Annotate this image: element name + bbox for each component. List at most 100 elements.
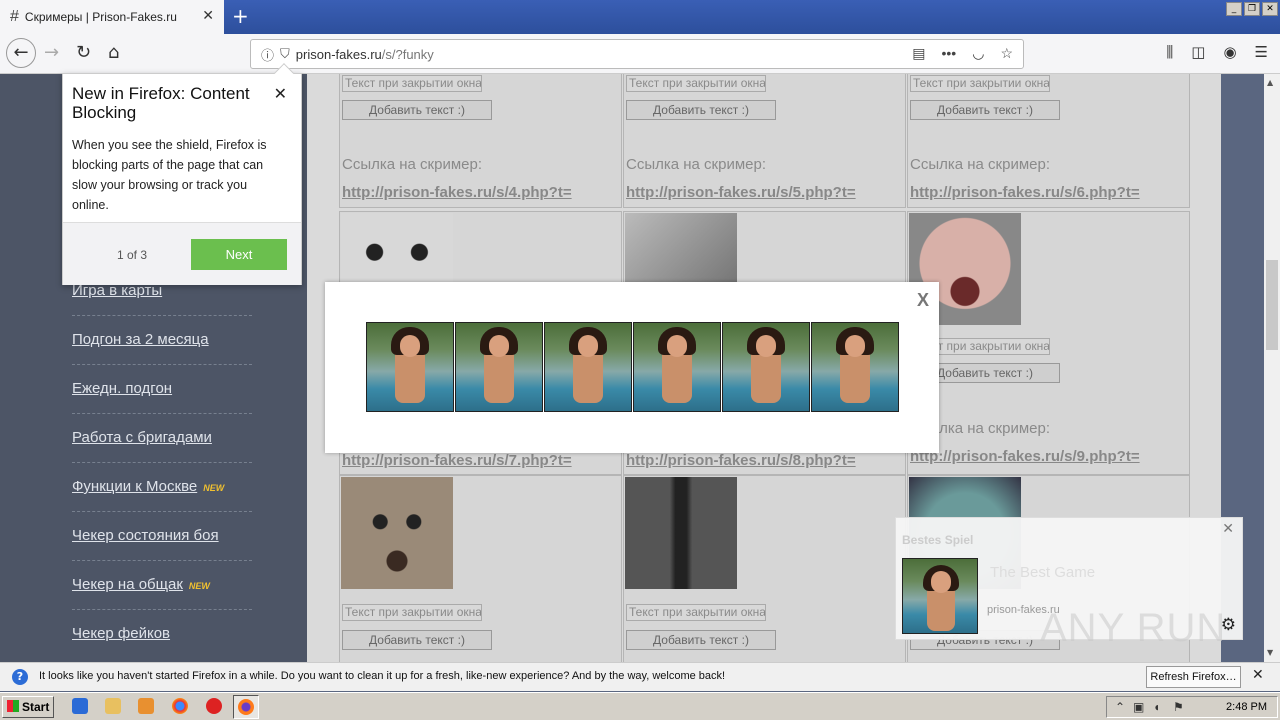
notification-bar-close-icon[interactable]: ✕ [1252,667,1264,683]
sidebar-divider [72,315,252,316]
screamer-link-label: Ссылка на скример: [626,156,767,173]
notification-body: The Best Game [990,564,1096,581]
sidebar-divider [72,462,252,463]
refresh-firefox-button[interactable]: Refresh Firefox… [1146,666,1241,688]
popup-step-counter: 1 of 3 [117,248,148,262]
clock: 2:48 PM [1226,701,1267,713]
tab-active[interactable]: # Скримеры | Prison-Fakes.ru ✕ [0,0,224,34]
sidebar-item-obshchak-checker[interactable]: Чекер на общак NEW [72,576,210,593]
new-tab-icon[interactable]: + [232,4,249,28]
volume-icon[interactable]: ◖ [1153,700,1160,714]
shield-icon[interactable]: ⛉ [280,46,290,62]
page-scrollbar[interactable]: ▲ ▼ [1264,74,1280,662]
screamer-link[interactable]: http://prison-fakes.ru/s/7.php?t= [342,452,572,469]
library-icon[interactable]: ⫼ [1166,43,1173,61]
sidebar-item-moscow[interactable]: Функции к Москве NEW [72,478,224,495]
screamer-link[interactable]: http://prison-fakes.ru/s/5.php?t= [626,184,856,201]
close-text-input[interactable]: Текст при закрытии окна [626,75,766,92]
hashtag-favicon-icon: # [10,8,19,25]
sidebar-divider [72,560,252,561]
add-text-button[interactable]: Добавить текст :) [910,100,1060,120]
modal-image-row [366,322,899,412]
url-bar[interactable]: ⓘ ⛉ prison-fakes.ru /s/?funky ▤ ••• ◡ ☆ [250,39,1024,69]
new-badge: NEW [203,483,225,493]
sidebar-item-brigades[interactable]: Работа с бригадами [72,429,212,446]
modal-image[interactable] [366,322,454,412]
sidebar-icon[interactable]: ◫ [1191,43,1205,61]
start-button[interactable]: Start [2,696,54,718]
sidebar-item-daily[interactable]: Ежедн. подгон [72,380,172,397]
grid-cell: Текст при закрытии окна Добавить текст :… [907,211,1190,475]
info-icon[interactable]: ⓘ [261,45,274,64]
scrollbar-thumb[interactable] [1266,260,1278,350]
minimize-icon[interactable]: _ [1226,2,1242,16]
screamer-link[interactable]: http://prison-fakes.ru/s/8.php?t= [626,452,856,469]
notification-bar: ? It looks like you haven't started Fire… [0,662,1280,691]
close-text-input[interactable]: Текст при закрытии окна [626,604,766,621]
pocket-icon[interactable]: ◡ [972,45,984,62]
sidebar-item-fake-checker[interactable]: Чекер фейков [72,625,170,642]
scroll-down-icon[interactable]: ▼ [1267,648,1273,657]
chrome-icon[interactable] [172,698,188,714]
tray-expand-icon[interactable]: ⌃ [1115,700,1125,714]
notification-bar-message: It looks like you haven't started Firefo… [39,670,726,682]
network-icon[interactable]: ▣ [1133,700,1144,714]
screamer-thumbnail[interactable] [625,477,737,589]
close-tab-icon[interactable]: ✕ [202,7,214,24]
screamer-link-label: Ссылка на скример: [342,156,483,173]
bookmark-star-icon[interactable]: ☆ [1000,45,1013,62]
restore-icon[interactable]: ❐ [1244,2,1260,16]
tab-bar: # Скримеры | Prison-Fakes.ru ✕ + _ ❐ ✕ [0,0,1280,34]
modal-image[interactable] [544,322,632,412]
windows-logo-icon [7,700,19,712]
modal-image[interactable] [811,322,899,412]
popup-next-button[interactable]: Next [191,239,287,270]
close-window-icon[interactable]: ✕ [1262,2,1278,16]
question-icon: ? [12,669,28,685]
modal-image[interactable] [722,322,810,412]
folder-icon[interactable] [105,698,121,714]
ie-icon[interactable] [72,698,88,714]
media-player-icon[interactable] [138,698,154,714]
notification-close-icon[interactable]: ✕ [1222,521,1234,537]
add-text-button[interactable]: Добавить текст :) [342,100,492,120]
close-text-input[interactable]: Текст при закрытии окна [342,604,482,621]
account-icon[interactable]: ◉ [1223,43,1236,61]
popup-body: When you see the shield, Firefox is bloc… [72,138,267,212]
notification-image [902,558,978,634]
screamer-thumbnail[interactable] [341,477,453,589]
notification-title: Bestes Spiel [902,533,974,547]
taskbar: Start ⌃ ▣ ◖ ⚑ 2:48 PM [0,692,1280,720]
grid-cell: Текст при закрытии окна Добавить текст :… [907,74,1190,208]
add-text-button[interactable]: Добавить текст :) [342,630,492,650]
modal-close-button[interactable]: X [917,290,929,311]
close-text-input[interactable]: Текст при закрытии окна [910,75,1050,92]
navigation-bar: ← → ↻ ⌂ ⓘ ⛉ prison-fakes.ru /s/?funky ▤ … [0,34,1280,74]
screamer-link[interactable]: http://prison-fakes.ru/s/4.php?t= [342,184,572,201]
flag-icon[interactable]: ⚑ [1173,700,1184,714]
modal-image[interactable] [455,322,543,412]
screamer-link-label: Ссылка на скример: [910,156,1051,173]
close-text-input[interactable]: Текст при закрытии окна [342,75,482,92]
reader-view-icon[interactable]: ▤ [912,45,925,62]
menu-icon[interactable]: ☰ [1255,43,1268,61]
home-icon[interactable]: ⌂ [108,42,119,63]
page-actions-icon[interactable]: ••• [942,45,957,62]
sidebar-item-battle-checker[interactable]: Чекер состояния боя [72,527,219,544]
sidebar-item-2-months[interactable]: Подгон за 2 месяца [72,331,209,348]
add-text-button[interactable]: Добавить текст :) [626,100,776,120]
popup-close-icon[interactable]: ✕ [274,84,287,103]
forward-arrow-icon[interactable]: → [44,42,59,63]
modal-image[interactable] [633,322,721,412]
popup-title: New in Firefox: Content Blocking [72,84,250,122]
add-text-button[interactable]: Добавить текст :) [626,630,776,650]
opera-icon[interactable] [206,698,222,714]
screamer-link[interactable]: http://prison-fakes.ru/s/9.php?t= [910,448,1140,465]
taskbar-firefox-button[interactable] [233,695,259,719]
back-arrow-icon[interactable]: ← [6,38,36,68]
grid-cell: Текст при закрытии окна Добавить текст :… [339,74,622,208]
scroll-up-icon[interactable]: ▲ [1267,78,1273,87]
anyrun-watermark: ANY RUN [1040,606,1227,650]
screamer-link[interactable]: http://prison-fakes.ru/s/6.php?t= [910,184,1140,201]
reload-icon[interactable]: ↻ [76,42,91,63]
